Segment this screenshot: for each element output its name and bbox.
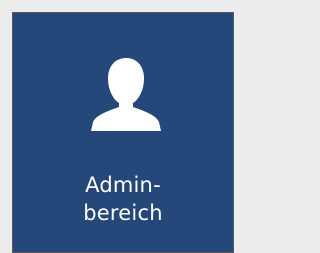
tile-label-line-1: Admin- xyxy=(85,173,161,197)
admin-area-tile[interactable]: Admin- bereich xyxy=(12,12,234,253)
tile-label: Admin- bereich xyxy=(13,171,233,227)
user-silhouette-icon xyxy=(91,58,161,131)
tile-label-line-2: bereich xyxy=(83,201,163,225)
